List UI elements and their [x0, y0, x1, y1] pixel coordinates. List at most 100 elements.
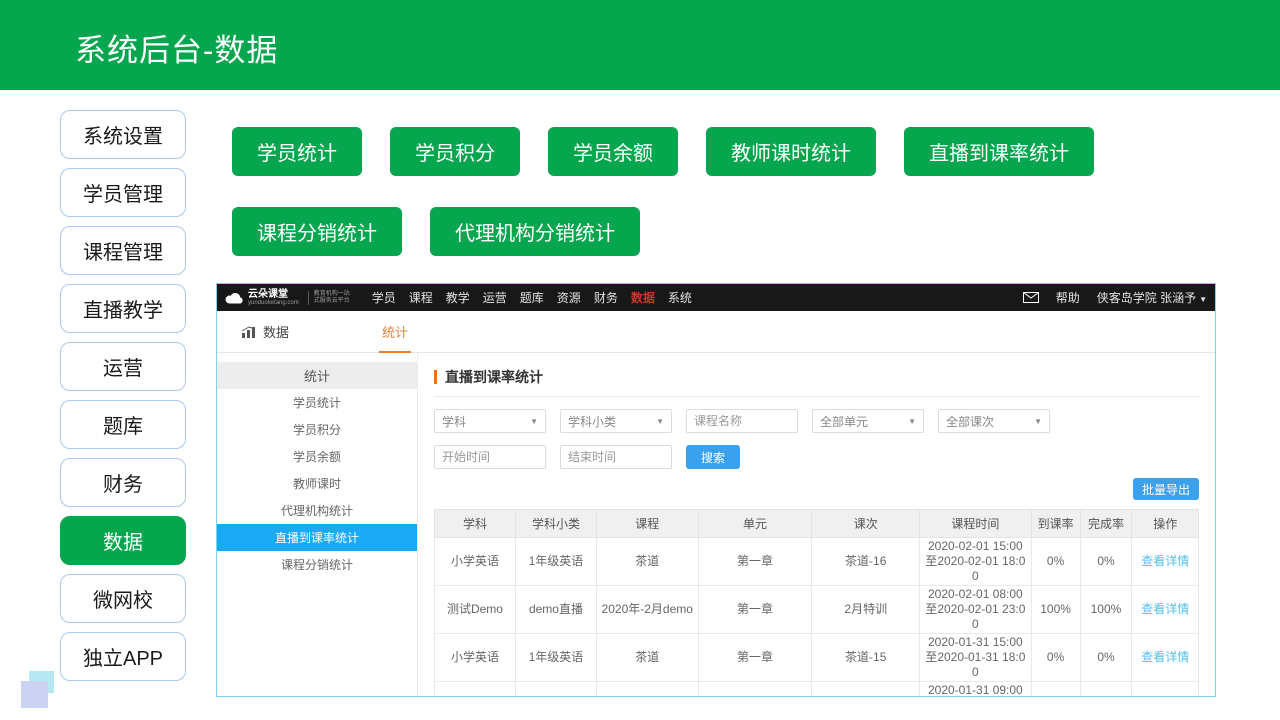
quick-stat-button[interactable]: 课程分销统计: [232, 207, 402, 256]
bar-chart-icon: [241, 325, 256, 338]
menu-item[interactable]: 学员积分: [217, 416, 417, 443]
filter-row-2: 搜索: [434, 445, 1199, 469]
logo-url: yunduoketang.com: [248, 300, 299, 306]
tab-statistics[interactable]: 统计: [379, 311, 411, 353]
view-detail-link[interactable]: 查看详情: [1141, 650, 1189, 664]
help-link[interactable]: 帮助: [1056, 289, 1080, 306]
cell-lesson: 寒假辅导-5: [812, 682, 920, 698]
table-header-cell: 操作: [1132, 510, 1199, 538]
unit-select[interactable]: 全部单元 ▼: [812, 409, 924, 433]
menu-item[interactable]: 学员余额: [217, 443, 417, 470]
panel-title-row: 直播到课率统计: [434, 367, 1199, 397]
sidebar-item[interactable]: 运营: [60, 342, 186, 391]
app-nav-item[interactable]: 课程: [409, 289, 433, 306]
cell-subject: 小学英语: [435, 634, 516, 682]
cell-subject: 小学英语: [435, 538, 516, 586]
account-menu[interactable]: 侠客岛学院 张涵予▼: [1097, 289, 1207, 306]
quick-stat-button[interactable]: 学员统计: [232, 127, 362, 176]
quick-buttons-row2: 课程分销统计 代理机构分销统计: [232, 207, 640, 256]
sidebar-item[interactable]: 数据: [60, 516, 186, 565]
app-nav-item[interactable]: 财务: [594, 289, 618, 306]
table-header-cell: 学科小类: [515, 510, 596, 538]
sidebar-item[interactable]: 财务: [60, 458, 186, 507]
menu-item[interactable]: 教师课时: [217, 470, 417, 497]
main-sidebar: 系统设置 学员管理 课程管理 直播教学 运营 题库 财务 数据 微网校 独立AP…: [60, 110, 186, 681]
cell-course: 2020年-2月demo: [596, 586, 698, 634]
cell-unit: 第一章: [698, 586, 812, 634]
app-nav-item[interactable]: 学员: [372, 289, 396, 306]
category-select[interactable]: 学科小类 ▼: [560, 409, 672, 433]
sidebar-item[interactable]: 系统设置: [60, 110, 186, 159]
app-nav-item[interactable]: 数据: [631, 289, 655, 306]
menu-item[interactable]: 学员统计: [217, 389, 417, 416]
cell-completion: 0%: [1080, 538, 1132, 586]
quick-stat-button[interactable]: 直播到课率统计: [904, 127, 1094, 176]
logo-tagline: 教育机构一站 式服务云平台: [308, 291, 350, 305]
cell-completion: 0%: [1080, 634, 1132, 682]
sidebar-item[interactable]: 学员管理: [60, 168, 186, 217]
menu-item[interactable]: 代理机构统计: [217, 497, 417, 524]
sidebar-item[interactable]: 直播教学: [60, 284, 186, 333]
sidebar-item[interactable]: 独立APP: [60, 632, 186, 681]
app-nav-item[interactable]: 运营: [483, 289, 507, 306]
attendance-table: 学科学科小类课程单元课次课程时间到课率完成率操作 小学英语 1年级英语 茶道 第…: [434, 509, 1199, 697]
quick-stat-button[interactable]: 教师课时统计: [706, 127, 876, 176]
subject-select[interactable]: 学科 ▼: [434, 409, 546, 433]
menu-item[interactable]: 课程分销统计: [217, 551, 417, 578]
session-select[interactable]: 全部课次 ▼: [938, 409, 1050, 433]
cell-category: demo直播: [515, 586, 596, 634]
quick-buttons-row1: 学员统计 学员积分 学员余额 教师课时统计 直播到课率统计: [232, 127, 1094, 176]
cell-attendance: 0%: [1031, 634, 1080, 682]
end-time-input[interactable]: [560, 445, 672, 469]
cell-time: 2020-02-01 08:00至2020-02-01 23:00: [920, 586, 1032, 634]
app-nav-item[interactable]: 系统: [668, 289, 692, 306]
cell-time: 2020-01-31 15:00至2020-01-31 18:00: [920, 634, 1032, 682]
chevron-down-icon: ▼: [1199, 295, 1207, 304]
sidebar-item[interactable]: 微网校: [60, 574, 186, 623]
cell-attendance: 100%: [1031, 586, 1080, 634]
view-detail-link[interactable]: 查看详情: [1141, 554, 1189, 568]
admin-screenshot: 云朵课堂 yunduoketang.com 教育机构一站 式服务云平台 学员 课…: [216, 283, 1216, 697]
app-nav-item[interactable]: 题库: [520, 289, 544, 306]
quick-stat-button[interactable]: 学员积分: [390, 127, 520, 176]
table-row: 小学英语 1年级英语 茶道 第一章 茶道-15 2020-01-31 15:00…: [435, 634, 1199, 682]
cell-subject: 小学英语: [435, 682, 516, 698]
table-row: 小学英语 1年级英语 寒假辅导 第一章 寒假辅导-5 2020-01-31 09…: [435, 682, 1199, 698]
cell-action: 查看详情: [1132, 682, 1199, 698]
cell-action: 查看详情: [1132, 538, 1199, 586]
cloud-icon: [225, 292, 243, 304]
breadcrumb-row: 数据 统计: [217, 311, 1215, 353]
decor-square-lavender: [21, 681, 48, 708]
cell-action: 查看详情: [1132, 586, 1199, 634]
sidebar-item[interactable]: 课程管理: [60, 226, 186, 275]
search-button[interactable]: 搜索: [686, 445, 740, 469]
course-name-input[interactable]: [686, 409, 798, 433]
app-nav-items: 学员 课程 教学 运营 题库 资源 财务 数据 系统: [372, 289, 692, 306]
cell-completion: 0%: [1080, 682, 1132, 698]
cell-category: 1年级英语: [515, 538, 596, 586]
app-nav-item[interactable]: 资源: [557, 289, 581, 306]
app-nav-item[interactable]: 教学: [446, 289, 470, 306]
start-time-input[interactable]: [434, 445, 546, 469]
mail-icon[interactable]: [1023, 292, 1039, 303]
view-detail-link[interactable]: 查看详情: [1141, 602, 1189, 616]
sidebar-item[interactable]: 题库: [60, 400, 186, 449]
menu-item[interactable]: 直播到课率统计: [217, 524, 417, 551]
menu-header: 统计: [217, 362, 417, 389]
cell-unit: 第一章: [698, 634, 812, 682]
chevron-down-icon: ▼: [908, 417, 916, 426]
quick-stat-button[interactable]: 学员余额: [548, 127, 678, 176]
table-header-cell: 到课率: [1031, 510, 1080, 538]
table-row: 测试Demo demo直播 2020年-2月demo 第一章 2月特训 2020…: [435, 586, 1199, 634]
app-navbar: 云朵课堂 yunduoketang.com 教育机构一站 式服务云平台 学员 课…: [217, 284, 1215, 311]
batch-export-button[interactable]: 批量导出: [1133, 478, 1199, 500]
cell-attendance: 0%: [1031, 682, 1080, 698]
table-row: 小学英语 1年级英语 茶道 第一章 茶道-16 2020-02-01 15:00…: [435, 538, 1199, 586]
quick-stat-button[interactable]: 代理机构分销统计: [430, 207, 640, 256]
table-header-cell: 课次: [812, 510, 920, 538]
table-header-row: 学科学科小类课程单元课次课程时间到课率完成率操作: [435, 510, 1199, 538]
panel-title: 直播到课率统计: [445, 367, 543, 387]
cell-completion: 100%: [1080, 586, 1132, 634]
cell-unit: 第一章: [698, 538, 812, 586]
cell-lesson: 茶道-16: [812, 538, 920, 586]
